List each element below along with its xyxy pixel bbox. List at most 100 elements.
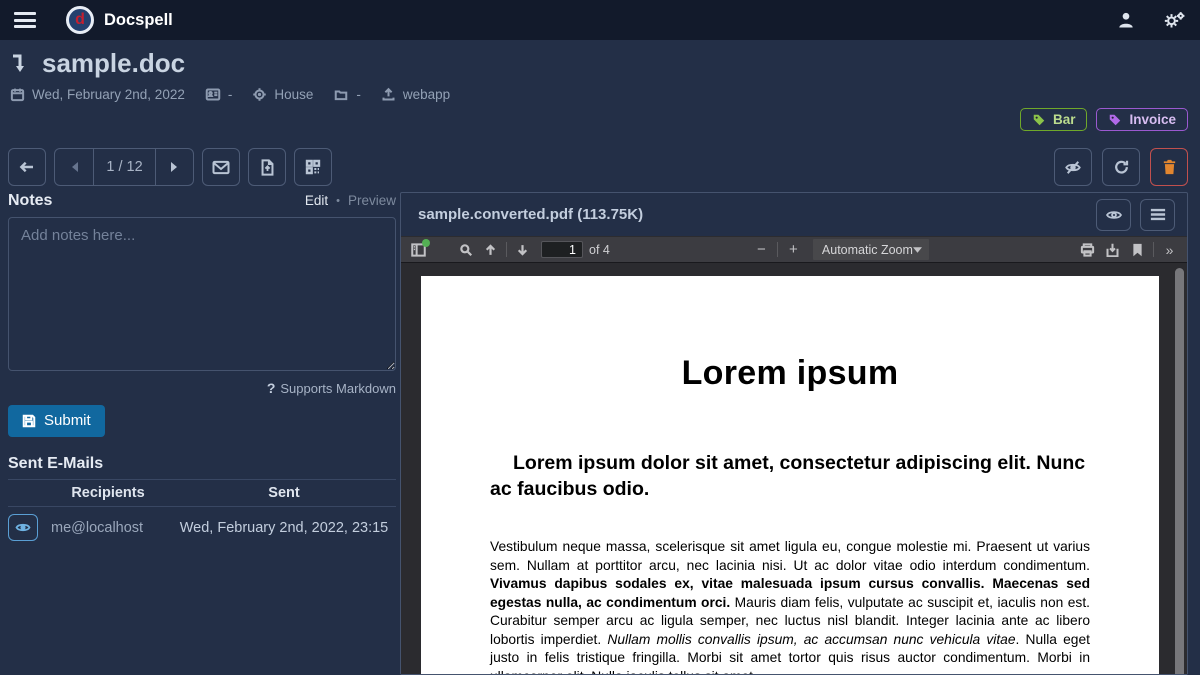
arrow-down-icon [516, 243, 529, 257]
pdf-more-tools-button[interactable]: » [1157, 239, 1182, 261]
refresh-button[interactable] [1102, 148, 1140, 186]
detail-view-button[interactable] [294, 148, 332, 186]
pdf-page: Lorem ipsum Lorem ipsum dolor sit amet, … [421, 276, 1159, 674]
brand-name: Docspell [104, 11, 173, 30]
chevron-right-icon [170, 161, 179, 173]
next-page-button[interactable] [155, 149, 193, 185]
arrow-left-icon [18, 159, 36, 175]
chevron-down-icon [913, 247, 922, 253]
tag-label: Invoice [1129, 112, 1176, 127]
user-icon[interactable] [1116, 10, 1136, 30]
notes-and-mails-panel: Notes Edit • Preview ?Supports Markdown … [8, 192, 396, 548]
pdf-viewer: Lorem ipsum Lorem ipsum dolor sit amet, … [401, 263, 1187, 674]
email-sent-date: Wed, February 2nd, 2022, 23:15 [172, 520, 396, 536]
tag-invoice[interactable]: Invoice [1096, 108, 1188, 131]
pdf-scrollbar[interactable] [1175, 268, 1184, 674]
address-card-icon [205, 87, 221, 102]
folder-icon [333, 88, 349, 102]
download-icon [1105, 243, 1120, 257]
gears-icon[interactable] [1162, 10, 1186, 30]
pdf-previous-button[interactable] [478, 239, 503, 261]
document-body: Vestibulum neque massa, scelerisque sit … [490, 538, 1090, 674]
pdf-zoom-in-button[interactable]: + [781, 239, 806, 261]
trash-icon [1161, 158, 1178, 176]
attachment-menu-button[interactable] [1140, 199, 1175, 231]
tag-bar[interactable]: Bar [1020, 108, 1088, 131]
tab-separator-dot: • [336, 195, 340, 207]
pdf-sidebar-toggle-button[interactable] [406, 239, 431, 261]
level-down-icon [10, 52, 30, 76]
pdf-zoom-out-button[interactable]: − [749, 239, 774, 261]
notes-textarea[interactable] [8, 217, 396, 371]
bars-icon [1150, 208, 1166, 221]
file-upload-icon [260, 159, 275, 176]
tag-label: Bar [1053, 112, 1076, 127]
page-indicator: 1 / 12 [93, 149, 155, 185]
pdf-page-count: of 4 [589, 243, 610, 257]
logo-letter: d [75, 12, 85, 28]
attachment-panel: sample.converted.pdf (113.75K) [400, 192, 1188, 675]
item-title: sample.doc [42, 48, 185, 79]
top-navbar: d Docspell [0, 0, 1200, 40]
grid-icon [305, 159, 321, 175]
save-icon [22, 414, 36, 428]
prev-page-button[interactable] [55, 149, 93, 185]
sent-emails-table: Recipients Sent me@localhost Wed, Februa… [8, 479, 396, 548]
item-correspondent: - [228, 87, 233, 102]
preview-toggle-button[interactable] [1096, 199, 1131, 231]
document-title: Lorem ipsum [421, 354, 1159, 393]
pdf-page-input[interactable] [541, 241, 583, 258]
back-button[interactable] [8, 148, 46, 186]
pdf-next-button[interactable] [510, 239, 535, 261]
attachment-pager: 1 / 12 [54, 148, 194, 186]
crosshairs-icon [252, 87, 267, 102]
notes-heading: Notes [8, 192, 52, 210]
email-recipients: me@localhost [44, 520, 172, 536]
tag-icon [1108, 113, 1122, 127]
document-heading: Lorem ipsum dolor sit amet, consectetur … [490, 450, 1090, 502]
submit-notes-button[interactable]: Submit [8, 405, 105, 437]
docspell-logo[interactable]: d [66, 6, 94, 34]
question-icon: ? [267, 380, 276, 396]
bookmark-icon [1132, 243, 1143, 257]
printer-icon [1080, 243, 1095, 257]
view-email-button[interactable] [8, 514, 38, 541]
column-sent: Sent [172, 485, 396, 501]
pdf-bookmark-button[interactable] [1125, 239, 1150, 261]
arrow-up-icon [484, 243, 497, 257]
eye-icon [15, 521, 31, 534]
calendar-icon [10, 87, 25, 102]
notes-tab-preview[interactable]: Preview [348, 193, 396, 208]
tag-list: Bar Invoice [1020, 108, 1188, 131]
refresh-icon [1113, 159, 1130, 176]
envelope-icon [212, 160, 230, 175]
item-source: webapp [403, 87, 450, 102]
eye-slash-icon [1063, 159, 1083, 176]
pdf-download-button[interactable] [1100, 239, 1125, 261]
docspell-app: d Docspell sample.doc Wed, February 2nd,… [0, 0, 1200, 675]
eye-icon [1105, 208, 1123, 222]
hide-sidebar-button[interactable] [1054, 148, 1092, 186]
item-toolbar: 1 / 12 [8, 148, 1188, 186]
pdf-zoom-select[interactable]: Automatic Zoom [813, 239, 929, 260]
upload-icon [381, 87, 396, 102]
sent-emails-heading: Sent E-Mails [8, 455, 396, 473]
item-folder: - [356, 87, 361, 102]
attachment-file-label: sample.converted.pdf (113.75K) [418, 206, 643, 223]
pdf-search-button[interactable] [453, 239, 478, 261]
delete-button[interactable] [1150, 148, 1188, 186]
pdf-print-button[interactable] [1075, 239, 1100, 261]
add-file-button[interactable] [248, 148, 286, 186]
item-date: Wed, February 2nd, 2022 [32, 87, 185, 102]
pdfjs-toolbar: of 4 − + Automatic Zoom » [401, 236, 1187, 263]
item-concerning: House [274, 87, 313, 102]
markdown-hint: ?Supports Markdown [8, 380, 396, 396]
column-recipients: Recipients [44, 485, 172, 501]
search-icon [459, 243, 473, 257]
send-mail-button[interactable] [202, 148, 240, 186]
hamburger-icon[interactable] [14, 12, 36, 28]
item-header: sample.doc Wed, February 2nd, 2022 - Hou… [10, 48, 450, 102]
notes-tab-edit[interactable]: Edit [305, 193, 328, 208]
notification-dot [422, 239, 430, 247]
tag-icon [1032, 113, 1046, 127]
